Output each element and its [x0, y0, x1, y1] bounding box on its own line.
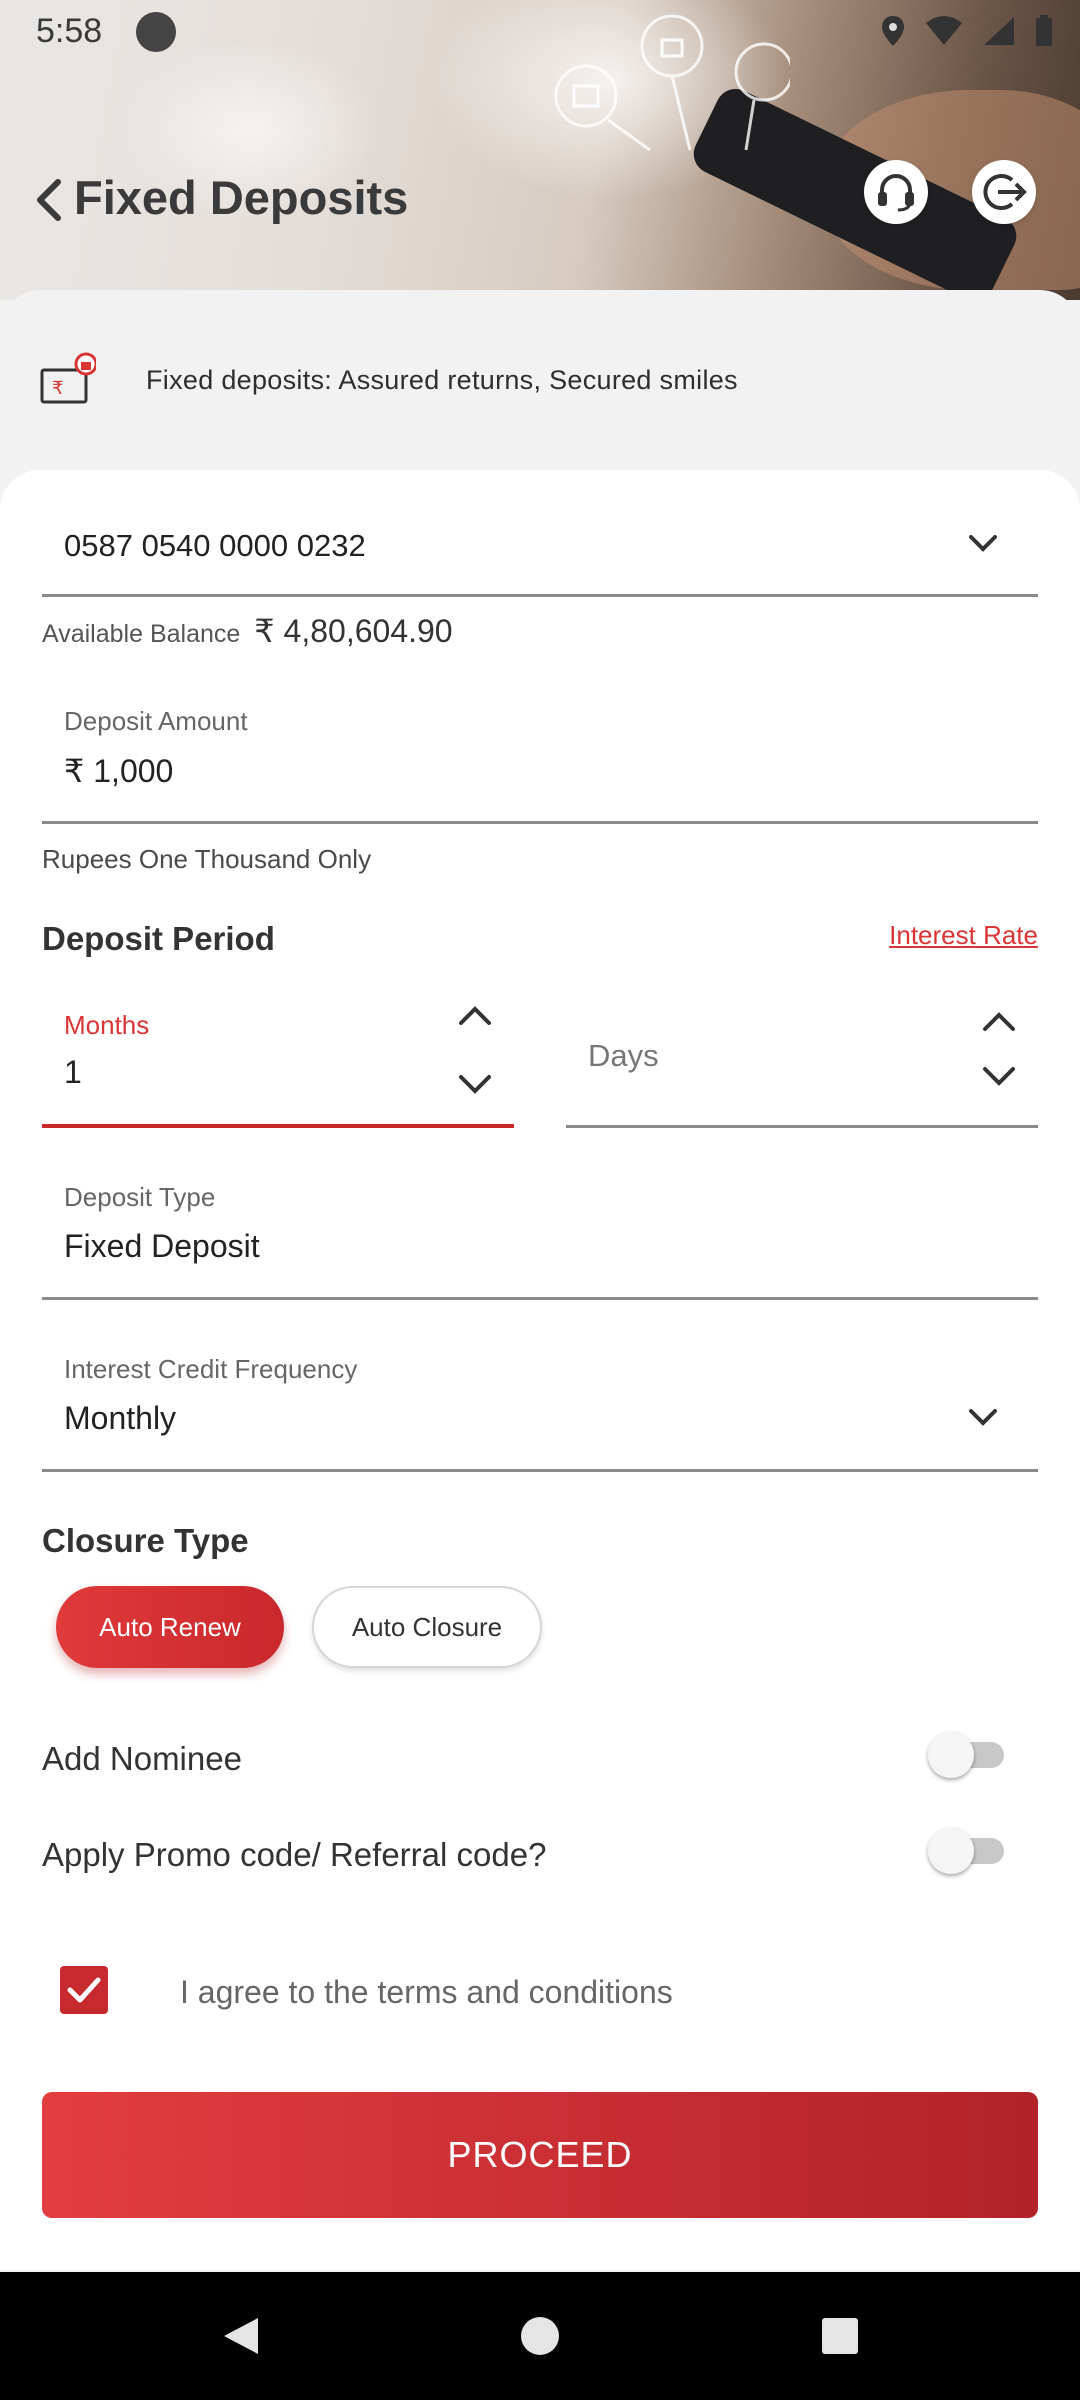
deposit-type-label: Deposit Type: [64, 1182, 216, 1212]
days-decrement-icon[interactable]: [982, 1066, 1016, 1088]
toggle-knob: [928, 1828, 974, 1874]
back-button[interactable]: [28, 170, 68, 230]
wifi-icon: [926, 16, 962, 45]
status-icons: [880, 14, 1054, 48]
account-dropdown[interactable]: 0587 0540 0000 0232: [42, 500, 1038, 597]
balance-label: Available Balance: [42, 620, 241, 648]
deposit-amount-field[interactable]: Deposit Amount ₹ 1,000: [42, 690, 1038, 824]
deposit-period-title: Deposit Period: [42, 920, 275, 957]
chevron-down-icon: [969, 535, 997, 552]
toggle-knob: [928, 1732, 974, 1778]
months-stepper[interactable]: Months 1: [42, 990, 514, 1128]
interest-frequency-value: Monthly: [64, 1400, 177, 1436]
months-decrement-icon[interactable]: [458, 1074, 492, 1096]
balance-value: ₹ 4,80,604.90: [254, 613, 453, 649]
interest-frequency-label: Interest Credit Frequency: [64, 1354, 358, 1384]
app-notification-icon: [136, 12, 176, 52]
fd-banner: ₹ Fixed deposits: Assured returns, Secur…: [40, 352, 738, 408]
signal-icon: [984, 17, 1014, 45]
page-title: Fixed Deposits: [74, 171, 409, 224]
terms-checkbox[interactable]: [60, 1966, 108, 2014]
closure-type-title: Closure Type: [42, 1522, 249, 1559]
fd-rupee-lock-icon: ₹: [40, 352, 96, 404]
support-button[interactable]: [864, 160, 928, 224]
status-bar: 5:58: [0, 0, 1080, 64]
account-number: 0587 0540 0000 0232: [64, 528, 366, 563]
add-nominee-toggle[interactable]: [928, 1732, 1008, 1778]
promo-code-label: Apply Promo code/ Referral code?: [42, 1836, 547, 1873]
app-header: Fixed Deposits: [0, 160, 1080, 240]
months-increment-icon[interactable]: [458, 1004, 492, 1026]
deposit-amount-value[interactable]: ₹ 1,000: [64, 752, 173, 790]
nav-home-icon[interactable]: [518, 2314, 562, 2358]
days-increment-icon[interactable]: [982, 1010, 1016, 1032]
system-nav-bar: [0, 2272, 1080, 2400]
chevron-left-icon: [37, 179, 61, 221]
auto-renew-option[interactable]: Auto Renew: [56, 1586, 284, 1668]
location-icon: [882, 16, 904, 46]
headset-icon: [878, 174, 914, 212]
battery-icon: [1036, 15, 1052, 46]
promo-code-toggle[interactable]: [928, 1828, 1008, 1874]
auto-closure-option[interactable]: Auto Closure: [312, 1586, 542, 1668]
interest-frequency-dropdown[interactable]: Interest Credit Frequency Monthly: [42, 1332, 1038, 1472]
days-placeholder[interactable]: Days: [588, 1038, 659, 1074]
deposit-amount-label: Deposit Amount: [64, 706, 248, 736]
deposit-type-field: Deposit Type Fixed Deposit: [42, 1160, 1038, 1300]
months-label: Months: [64, 1010, 150, 1040]
interest-rate-link[interactable]: Interest Rate: [889, 920, 1038, 951]
days-stepper[interactable]: Days: [566, 990, 1038, 1128]
deposit-type-value: Fixed Deposit: [64, 1228, 260, 1264]
months-value[interactable]: 1: [64, 1054, 82, 1091]
banner-text: Fixed deposits: Assured returns, Secured…: [146, 364, 738, 395]
svg-text:₹: ₹: [52, 378, 63, 399]
proceed-button[interactable]: PROCEED: [42, 2092, 1038, 2218]
amount-in-words: Rupees One Thousand Only: [42, 844, 372, 874]
logout-button[interactable]: [972, 160, 1036, 224]
chevron-down-icon: [969, 1409, 997, 1426]
logout-icon: [983, 174, 1027, 210]
available-balance-row: Available Balance ₹ 4,80,604.90: [42, 612, 453, 650]
nav-back-icon[interactable]: [218, 2314, 262, 2358]
terms-label: I agree to the terms and conditions: [180, 1974, 673, 2010]
checkmark-icon: [67, 1977, 101, 2003]
add-nominee-label: Add Nominee: [42, 1740, 242, 1777]
nav-recents-icon[interactable]: [818, 2314, 862, 2358]
status-time: 5:58: [36, 12, 103, 50]
